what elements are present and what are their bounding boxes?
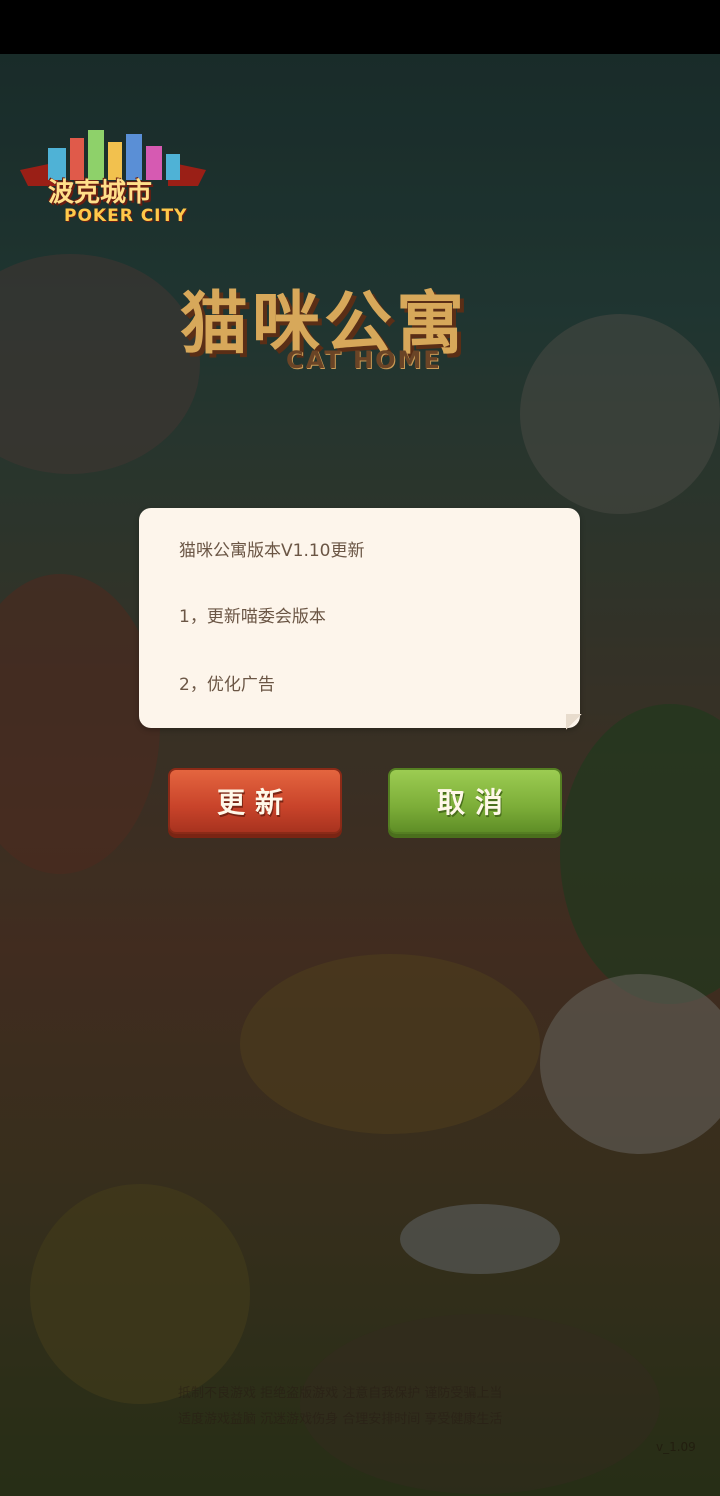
dialog-title: 猫咪公寓版本V1.10更新 xyxy=(179,541,365,561)
publisher-logo-title: 波克城市 xyxy=(48,178,153,208)
update-dialog: 猫咪公寓版本V1.10更新 1，更新喵委会版本 2，优化广告 xyxy=(139,508,582,730)
dialog-item-2: 2，优化广告 xyxy=(179,675,275,695)
health-notice-line-1: 抵制不良游戏 拒绝盗版游戏 注意自我保护 谨防受骗上当 xyxy=(178,1386,503,1401)
dialog-item-1: 1，更新喵委会版本 xyxy=(179,607,326,627)
cancel-button-label: 取消 xyxy=(436,786,513,819)
cancel-button[interactable]: 取消 xyxy=(388,768,562,834)
update-button[interactable]: 更新 xyxy=(168,768,342,834)
status-bar xyxy=(0,0,720,54)
version-label: v_1.09 xyxy=(656,1440,696,1454)
health-notice-line-2: 适度游戏益脑 沉迷游戏伤身 合理安排时间 享受健康生活 xyxy=(178,1412,503,1427)
game-subtitle: CAT HOME xyxy=(286,346,442,374)
publisher-logo: 波克城市 POKER CITY xyxy=(18,128,208,228)
game-subtitle-text: CAT HOME xyxy=(286,346,442,374)
update-button-label: 更新 xyxy=(216,786,293,819)
publisher-logo-subtitle: POKER CITY xyxy=(64,206,188,226)
page-curl-decoration xyxy=(566,714,582,730)
